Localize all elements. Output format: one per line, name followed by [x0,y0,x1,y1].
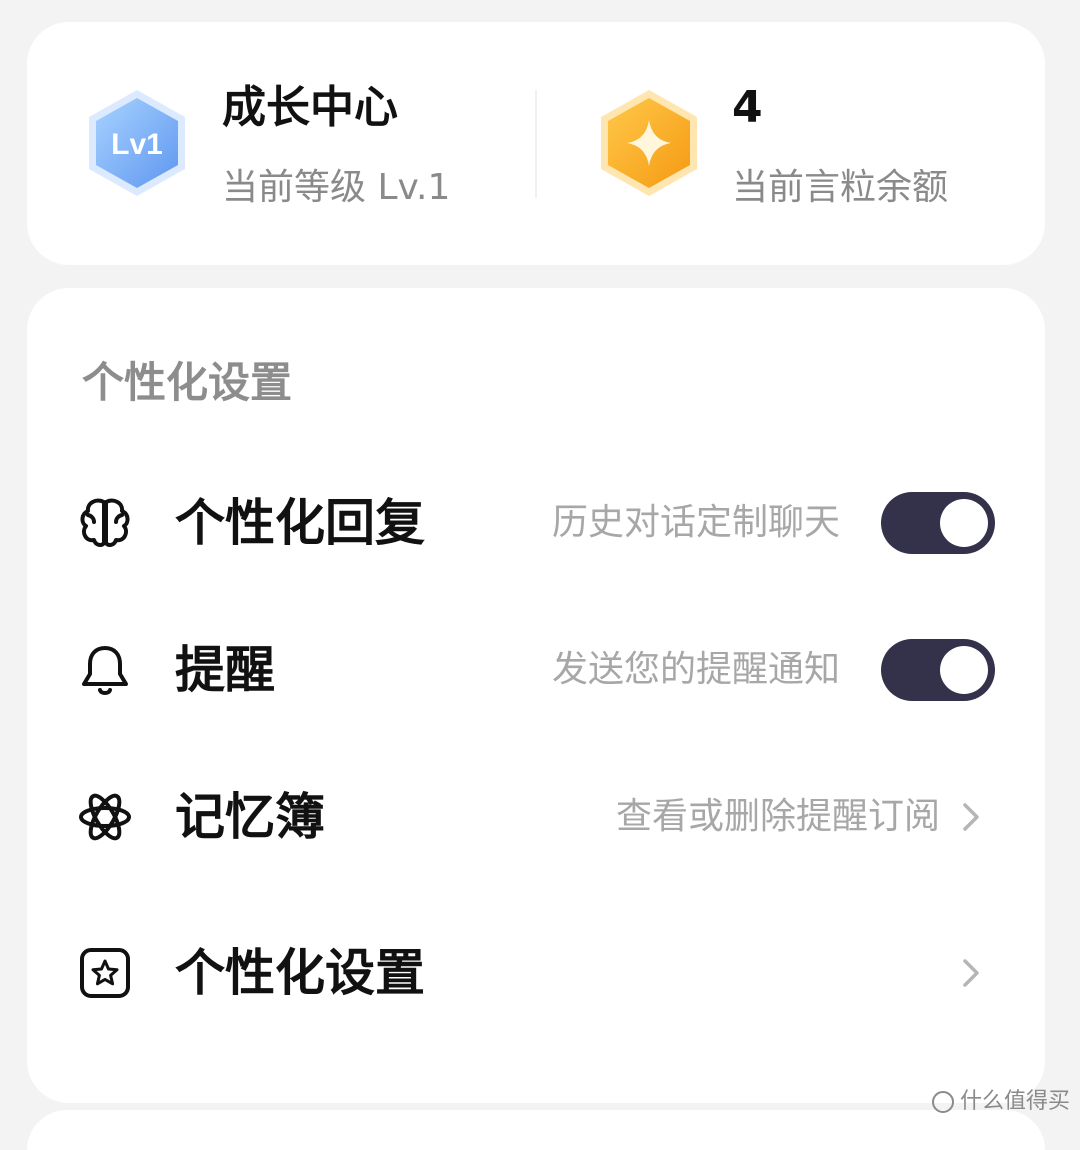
chevron-right-icon[interactable] [953,799,989,835]
section-title: 个性化设置 [82,358,293,407]
next-card-edge [27,1110,1045,1150]
divider [535,90,537,198]
row-label: 提醒 [175,641,275,699]
growth-center-title[interactable]: 成长中心 [222,86,398,130]
row-label: 个性化回复 [175,494,425,552]
level-badge-icon: Lv1 [85,88,189,198]
watermark: 什么值得买 [931,1083,1070,1115]
toggle-knob [940,499,988,547]
row-description: 查看或删除提醒订阅 [615,796,940,837]
star-square-icon [77,945,133,1001]
brain-icon [77,495,133,551]
setting-row-memory-book[interactable]: 记忆簿 查看或删除提醒订阅 [27,762,1045,872]
reminder-toggle[interactable] [881,639,995,701]
row-description: 历史对话定制聊天 [551,502,840,543]
coin-badge-icon [597,88,701,198]
level-badge-text: Lv1 [111,128,163,161]
setting-row-reminder[interactable]: 提醒 发送您的提醒通知 [27,615,1045,725]
setting-row-personalization[interactable]: 个性化设置 [27,918,1045,1028]
watermark-logo-icon [931,1091,954,1113]
setting-row-personalized-reply[interactable]: 个性化回复 历史对话定制聊天 [27,468,1045,578]
row-label: 个性化设置 [175,944,425,1002]
bell-icon [77,642,133,698]
row-label: 记忆簿 [175,788,325,846]
row-description: 发送您的提醒通知 [551,649,840,690]
chevron-right-icon[interactable] [953,955,989,991]
coin-balance-label: 当前言粒余额 [732,167,949,208]
personalized-reply-toggle[interactable] [881,492,995,554]
coin-balance-value[interactable]: 4 [732,86,763,130]
current-level-text: 当前等级 Lv.1 [222,167,451,208]
watermark-text: 什么值得买 [959,1089,1070,1114]
atom-icon [77,789,133,845]
toggle-knob [940,646,988,694]
